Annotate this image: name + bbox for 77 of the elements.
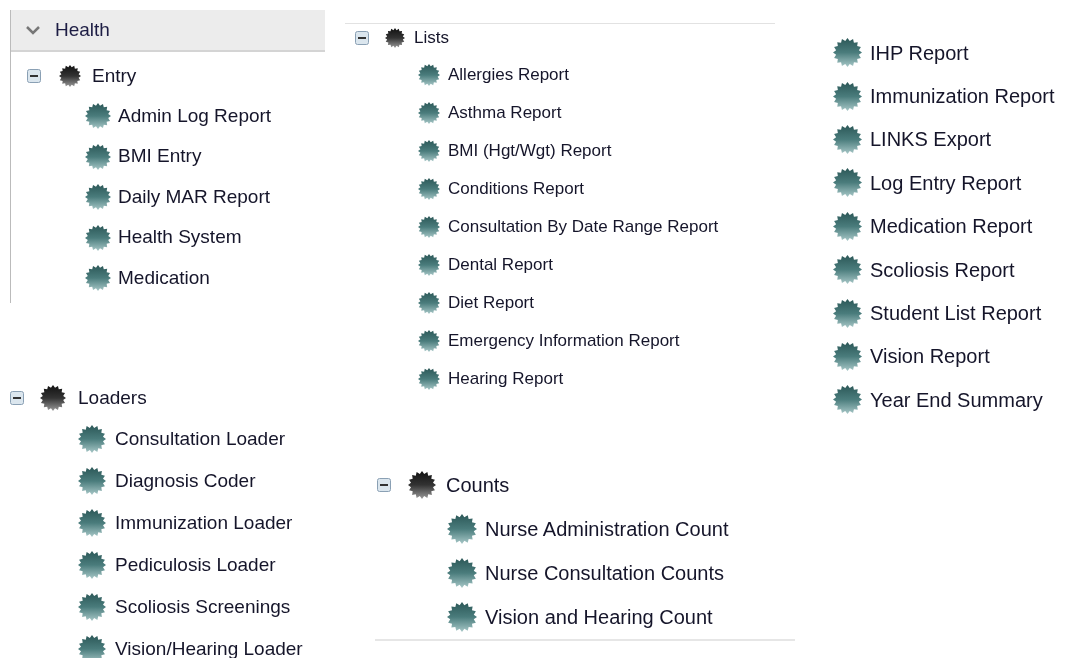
gear-icon <box>418 216 440 238</box>
report-link[interactable]: Medication Report <box>870 215 1033 238</box>
report-link[interactable]: Log Entry Report <box>870 171 1022 194</box>
gear-icon <box>418 102 440 124</box>
report-link[interactable]: Diet Report <box>448 293 534 313</box>
report-link[interactable]: IHP Report <box>870 41 969 64</box>
gear-icon <box>78 593 106 621</box>
report-link[interactable]: Dental Report <box>448 255 553 275</box>
gear-icon <box>85 224 111 251</box>
gear-icon <box>833 385 862 415</box>
gear-icon <box>418 368 440 390</box>
report-link[interactable]: Year End Summary <box>870 388 1043 411</box>
report-link[interactable]: BMI (Hgt/Wgt) Report <box>448 141 612 161</box>
gear-icon <box>85 184 111 211</box>
gear-icon <box>78 425 106 453</box>
folder-label[interactable]: Counts <box>446 474 510 496</box>
gear-icon <box>40 385 66 411</box>
folder-label[interactable]: Lists <box>414 28 449 48</box>
gear-icon <box>418 140 440 162</box>
report-link[interactable]: Consultation Loader <box>115 428 286 450</box>
report-link[interactable]: Vision/Hearing Loader <box>115 638 303 658</box>
gear-icon <box>418 330 440 352</box>
report-link[interactable]: Nurse Consultation Counts <box>485 562 724 584</box>
report-link[interactable]: Admin Log Report <box>118 105 272 127</box>
report-link[interactable]: Vision and Hearing Count <box>485 606 713 628</box>
gear-icon <box>85 265 111 292</box>
gear-icon <box>78 509 106 537</box>
report-link[interactable]: Health System <box>118 227 242 249</box>
gear-icon <box>59 65 81 87</box>
gear-icon <box>833 211 862 241</box>
report-link[interactable]: Immunization Report <box>870 85 1055 108</box>
report-link[interactable]: Conditions Report <box>448 179 585 199</box>
report-link[interactable]: Pediculosis Loader <box>115 554 276 576</box>
report-link[interactable]: Nurse Administration Count <box>485 518 729 540</box>
gear-icon <box>85 103 111 130</box>
report-link[interactable]: Medication <box>118 267 210 289</box>
collapse-toggle[interactable] <box>377 478 391 492</box>
report-link[interactable]: Hearing Report <box>448 369 564 389</box>
report-link[interactable]: BMI Entry <box>118 146 202 168</box>
gear-icon <box>833 81 862 111</box>
report-link[interactable]: Scoliosis Report <box>870 258 1015 281</box>
report-link[interactable]: Scoliosis Screenings <box>115 596 291 618</box>
gear-icon <box>385 28 405 48</box>
gear-icon <box>78 635 106 658</box>
report-link[interactable]: Vision Report <box>870 345 990 368</box>
report-link[interactable]: Allergies Report <box>448 65 569 85</box>
collapse-toggle[interactable] <box>10 391 24 405</box>
report-link[interactable]: Emergency Information Report <box>448 331 680 351</box>
gear-icon <box>418 178 440 200</box>
folder-label[interactable]: Loaders <box>78 387 147 409</box>
report-link[interactable]: LINKS Export <box>870 128 992 151</box>
report-link[interactable]: Consultation By Date Range Report <box>448 217 719 237</box>
gear-icon <box>78 551 106 579</box>
collapse-toggle[interactable] <box>355 31 369 45</box>
gear-icon <box>447 602 477 632</box>
gear-icon <box>447 558 477 588</box>
report-link[interactable]: Immunization Loader <box>115 512 293 534</box>
gear-icon <box>833 168 862 198</box>
gear-icon <box>418 292 440 314</box>
gear-icon <box>85 143 111 170</box>
collapse-toggle[interactable] <box>27 69 41 83</box>
gear-icon <box>78 467 106 495</box>
report-link[interactable]: Daily MAR Report <box>118 186 271 208</box>
gear-icon <box>833 255 862 285</box>
gear-icon <box>833 124 862 154</box>
report-link[interactable]: Asthma Report <box>448 103 562 123</box>
report-link[interactable]: Diagnosis Coder <box>115 470 256 492</box>
accordion-header[interactable]: Health <box>11 10 325 52</box>
gear-icon <box>447 514 477 544</box>
folder-label[interactable]: Entry <box>92 65 137 87</box>
gear-icon <box>833 341 862 371</box>
report-link[interactable]: Student List Report <box>870 302 1042 325</box>
gear-icon <box>833 298 862 328</box>
gear-icon <box>418 254 440 276</box>
gear-icon <box>418 64 440 86</box>
gear-icon <box>408 471 436 499</box>
gear-icon <box>833 38 862 68</box>
